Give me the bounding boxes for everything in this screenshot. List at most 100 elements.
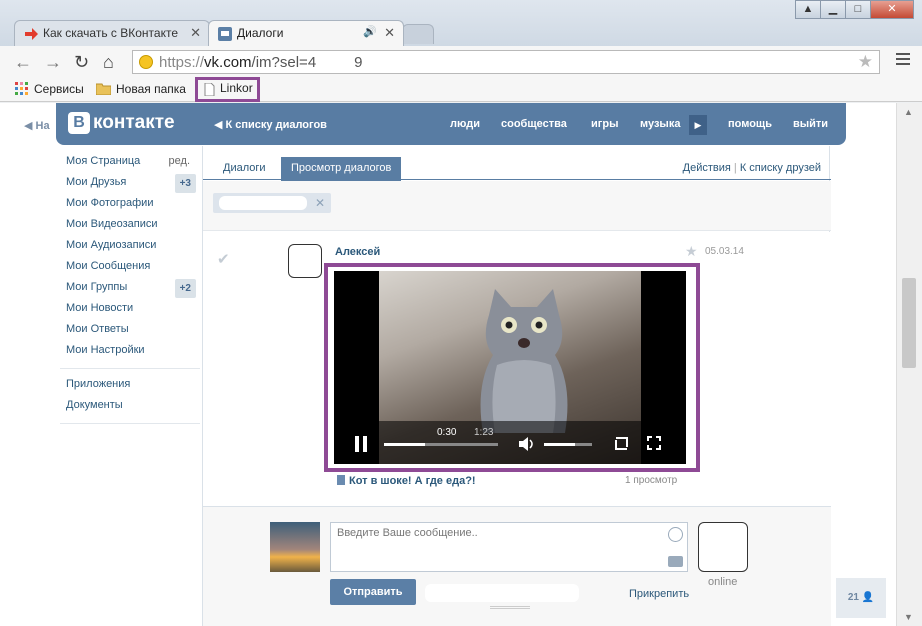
reload-icon[interactable]: ↻: [74, 52, 89, 73]
address-bar[interactable]: https://vk.com/im?sel=4 9 ★: [132, 50, 880, 74]
side-nav-fragment[interactable]: ◀ На: [24, 119, 50, 132]
peer-avatar[interactable]: [698, 522, 748, 572]
avatar[interactable]: [288, 244, 322, 278]
maximize-icon[interactable]: □: [845, 0, 871, 19]
tab-view-dialogs[interactable]: Просмотр диалогов: [281, 157, 402, 181]
avatar[interactable]: [270, 522, 320, 572]
close-icon[interactable]: ✕: [190, 25, 201, 41]
home-icon[interactable]: ⌂: [103, 52, 114, 73]
volume-icon[interactable]: [518, 436, 536, 452]
friends-list-link[interactable]: К списку друзей: [740, 162, 821, 174]
menu-my-groups[interactable]: Мои Группы +2: [66, 279, 200, 300]
video-title[interactable]: Кот в шоке! А где еда?!: [337, 475, 476, 487]
nav-communities[interactable]: сообщества: [501, 118, 567, 130]
checkmark-icon[interactable]: ✔: [217, 250, 230, 268]
message-item: ✔ Алексей ★ 05.03.14 0:30 1:23 Кот в шок…: [203, 232, 831, 522]
back-icon[interactable]: ←: [14, 52, 32, 73]
participant-filter: ✕: [203, 181, 831, 231]
repeat-icon[interactable]: [614, 436, 629, 451]
scroll-down-icon[interactable]: ▼: [904, 612, 913, 622]
scroll-up-icon[interactable]: ▲: [904, 107, 913, 117]
participant-chip[interactable]: ✕: [213, 193, 331, 213]
menu-my-settings[interactable]: Мои Настройки: [66, 342, 200, 363]
bookmark-label: Новая папка: [116, 82, 186, 96]
video-highlight-frame: 0:30 1:23: [324, 263, 700, 472]
progress-fill: [384, 443, 426, 446]
play-icon[interactable]: ▶: [689, 115, 707, 135]
lock-warning-icon[interactable]: [139, 55, 153, 69]
menu-my-news[interactable]: Мои Новости: [66, 300, 200, 321]
folder-icon: [96, 83, 111, 95]
message-author[interactable]: Алексей: [335, 246, 380, 258]
tab-title: Как скачать с ВКонтакте: [43, 26, 178, 40]
attach-link[interactable]: Прикрепить: [629, 588, 689, 600]
vk-header: В контакте ◀ К списку диалогов люди сооб…: [56, 103, 846, 145]
fullscreen-icon[interactable]: [647, 436, 661, 450]
nav-music[interactable]: музыка: [640, 118, 680, 130]
message-input[interactable]: Введите Ваше сообщение..: [330, 522, 688, 572]
menu-apps[interactable]: Приложения: [66, 376, 200, 397]
minimize-icon[interactable]: ▁: [820, 0, 846, 19]
edit-link[interactable]: ред.: [169, 153, 190, 170]
smile-icon[interactable]: [668, 527, 683, 542]
actions-link[interactable]: Действия: [683, 162, 731, 174]
bookmark-label: Linkor: [220, 81, 253, 95]
bookmark-star-icon[interactable]: ★: [858, 52, 873, 72]
vk-logo-letter: В: [68, 112, 90, 134]
menu-icon[interactable]: [896, 53, 910, 68]
count-badge[interactable]: +2: [174, 279, 196, 298]
chevron-left-icon: ◀: [214, 119, 226, 131]
tab-dialogs[interactable]: Диалоги: [213, 157, 276, 181]
menu-divider: [60, 423, 200, 424]
page-scrollbar[interactable]: ▲ ▼: [896, 103, 922, 626]
menu-label: Мои Сообщения: [66, 260, 151, 272]
online-friends-counter[interactable]: 21 👤: [836, 578, 886, 618]
close-icon[interactable]: ✕: [384, 25, 395, 41]
tab-how-to-download[interactable]: Как скачать с ВКонтакте ✕: [14, 20, 210, 46]
menu-documents[interactable]: Документы: [66, 397, 200, 418]
nav-logout[interactable]: выйти: [793, 118, 828, 130]
nav-people[interactable]: люди: [450, 118, 480, 130]
apps-icon: [15, 82, 28, 95]
camera-icon[interactable]: [668, 556, 683, 567]
nav-games[interactable]: игры: [591, 118, 618, 130]
side-nav-fragment-label: На: [35, 120, 50, 132]
bookmark-new-folder[interactable]: Новая папка: [96, 82, 186, 96]
send-button[interactable]: Отправить: [330, 579, 416, 605]
bookmark-services[interactable]: Сервисы: [14, 82, 84, 96]
volume-fill: [544, 443, 576, 446]
menu-my-audio[interactable]: Мои Аудиозаписи: [66, 237, 200, 258]
vk-logo[interactable]: В контакте: [68, 112, 175, 134]
online-count-value: 21: [847, 592, 859, 603]
cat-image: [480, 289, 568, 433]
video-views: 1 просмотр: [625, 475, 678, 486]
menu-my-answers[interactable]: Мои Ответы: [66, 321, 200, 342]
pause-icon[interactable]: [354, 436, 368, 452]
forward-icon[interactable]: →: [44, 52, 62, 73]
menu-my-page[interactable]: Моя Страница ред.: [66, 153, 200, 174]
video-player[interactable]: 0:30 1:23: [334, 271, 686, 464]
tab-title: Диалоги: [237, 26, 284, 40]
menu-my-messages[interactable]: Мои Сообщения: [66, 258, 200, 279]
menu-my-photos[interactable]: Мои Фотографии: [66, 195, 200, 216]
close-window-icon[interactable]: ✕: [870, 0, 914, 19]
browser-titlebar: Как скачать с ВКонтакте ✕ Диалоги 🔊 ✕ ▲ …: [0, 0, 922, 46]
user-icon[interactable]: ▲: [795, 0, 821, 19]
bookmark-linkor[interactable]: Linkor: [195, 77, 260, 102]
menu-my-videos[interactable]: Мои Видеозаписи: [66, 216, 200, 237]
new-tab-button[interactable]: [402, 24, 434, 44]
menu-label: Моя Страница: [66, 155, 141, 167]
chevron-left-icon: ◀: [24, 120, 36, 132]
speaker-icon[interactable]: 🔊: [363, 25, 377, 38]
menu-my-friends[interactable]: Мои Друзья +3: [66, 174, 200, 195]
nav-help[interactable]: помощь: [728, 118, 772, 130]
person-icon: 👤: [861, 592, 875, 603]
remove-icon[interactable]: ✕: [315, 196, 325, 210]
scroll-thumb[interactable]: [902, 278, 916, 368]
resize-handle[interactable]: [490, 606, 530, 609]
count-badge[interactable]: +3: [174, 174, 196, 193]
tab-dialogs[interactable]: Диалоги 🔊 ✕: [208, 20, 404, 46]
dialog-actions: Действия | К списку друзей: [683, 162, 821, 174]
star-icon[interactable]: ★: [685, 243, 698, 260]
back-to-dialogs-link[interactable]: ◀ К списку диалогов: [214, 118, 327, 131]
